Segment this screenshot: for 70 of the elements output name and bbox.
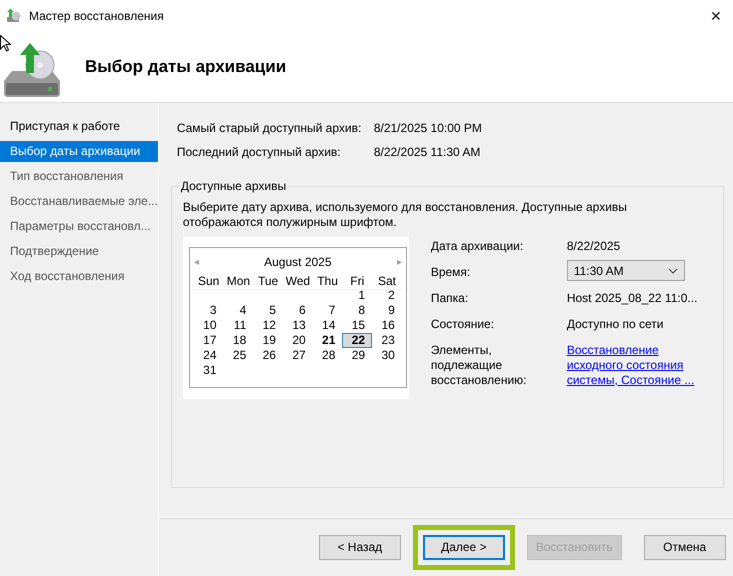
weekday-label: Sun [194,273,224,290]
calendar-day[interactable]: 11 [224,318,254,333]
calendar-day[interactable]: 10 [194,318,224,333]
wizard-step[interactable]: Тип восстановления [0,166,158,187]
wizard-step[interactable]: Выбор даты архивации [0,141,158,162]
time-dropdown[interactable]: 11:30 AM [566,260,685,281]
calendar-day[interactable]: 1 [342,288,372,303]
calendar-day[interactable]: 5 [253,303,283,318]
calendar-day[interactable]: 16 [372,318,402,333]
calendar-day[interactable]: 26 [253,348,283,363]
group-title: Доступные архивы [178,179,288,193]
field-value: 8/21/2025 10:00 PM [374,121,482,135]
wizard-step[interactable]: Параметры восстановл... [0,216,158,237]
app-icon [6,8,22,24]
weekday-label: Wed [282,273,313,290]
calendar-day[interactable]: 12 [253,318,283,333]
wizard-step[interactable]: Подтверждение [0,241,158,262]
field-label: Папка: [430,290,470,306]
weekday-label: Fri [342,273,372,290]
weekday-label: Sat [372,273,402,290]
calendar-day[interactable]: 25 [224,348,254,363]
field-value: 8/22/2025 [566,238,620,254]
wizard-step[interactable]: Восстанавливаемые эле... [0,191,158,212]
field-value: Host 2025_08_22 11:0... [566,290,698,306]
wizard-step[interactable]: Приступая к работе [0,116,158,137]
page-heading: Выбор даты архивации [85,56,286,76]
calendar-day[interactable]: 14 [312,318,342,333]
calendar-day[interactable]: 28 [312,348,342,363]
field-label: Элементы, подлежащие восстановлению: [430,342,528,388]
items-link[interactable]: Восстановление исходного состояния системы, Состояние ... [566,341,697,388]
calendar-day[interactable]: 4 [224,303,254,318]
calendar-day[interactable]: 2 [372,288,402,303]
calendar-day[interactable]: 15 [342,318,372,333]
calendar-day[interactable]: 30 [372,348,402,363]
calendar-day[interactable]: 20 [282,333,313,348]
description-text: Выберите дату архива, используемого для восстановления. Доступные архивы отображаются полужирным шрифтом. [182,200,628,230]
chevron-down-icon [668,268,678,274]
field-label: Время: [430,264,472,280]
close-button[interactable]: ✕ [701,0,731,30]
calendar-day[interactable]: 29 [342,348,372,363]
weekday-label: Tue [253,273,283,290]
calendar-day[interactable]: 19 [253,333,283,348]
field-label: Самый старый доступный архив: [176,121,362,135]
calendar-day[interactable]: 6 [282,303,313,318]
calendar-day[interactable]: 7 [312,303,342,318]
calendar-day[interactable]: 21 [312,333,342,348]
calendar-day[interactable]: 22 [342,333,372,348]
calendar-day[interactable]: 9 [372,303,402,318]
calendar-day[interactable]: 8 [342,303,372,318]
calendar-day[interactable]: 24 [194,348,224,363]
weekday-label: Thu [312,273,342,290]
calendar-day[interactable]: 17 [194,333,224,348]
window-title: Мастер восстановления [29,8,165,22]
calendar-day[interactable]: 18 [224,333,254,348]
calendar-day[interactable]: 3 [194,303,224,318]
calendar-day[interactable]: 27 [282,348,313,363]
field-value: Доступно по сети [566,316,664,332]
field-label: Дата архивации: [430,238,524,254]
calendar-day[interactable]: 13 [282,318,313,333]
wizard-button[interactable]: Далее > [422,534,505,560]
calendar-day[interactable]: 31 [194,363,224,378]
field-value: 8/22/2025 11:30 AM [374,145,480,159]
wizard-button[interactable]: Отмена [644,534,726,560]
field-label: Состояние: [430,316,496,332]
weekday-label: Mon [224,273,254,290]
field-label: Последний доступный архив: [176,145,342,159]
calendar-day[interactable]: 23 [372,333,402,348]
wizard-step[interactable]: Ход восстановления [0,266,158,287]
wizard-button[interactable]: < Назад [318,534,401,560]
month-title[interactable]: August 2025 [264,255,332,269]
